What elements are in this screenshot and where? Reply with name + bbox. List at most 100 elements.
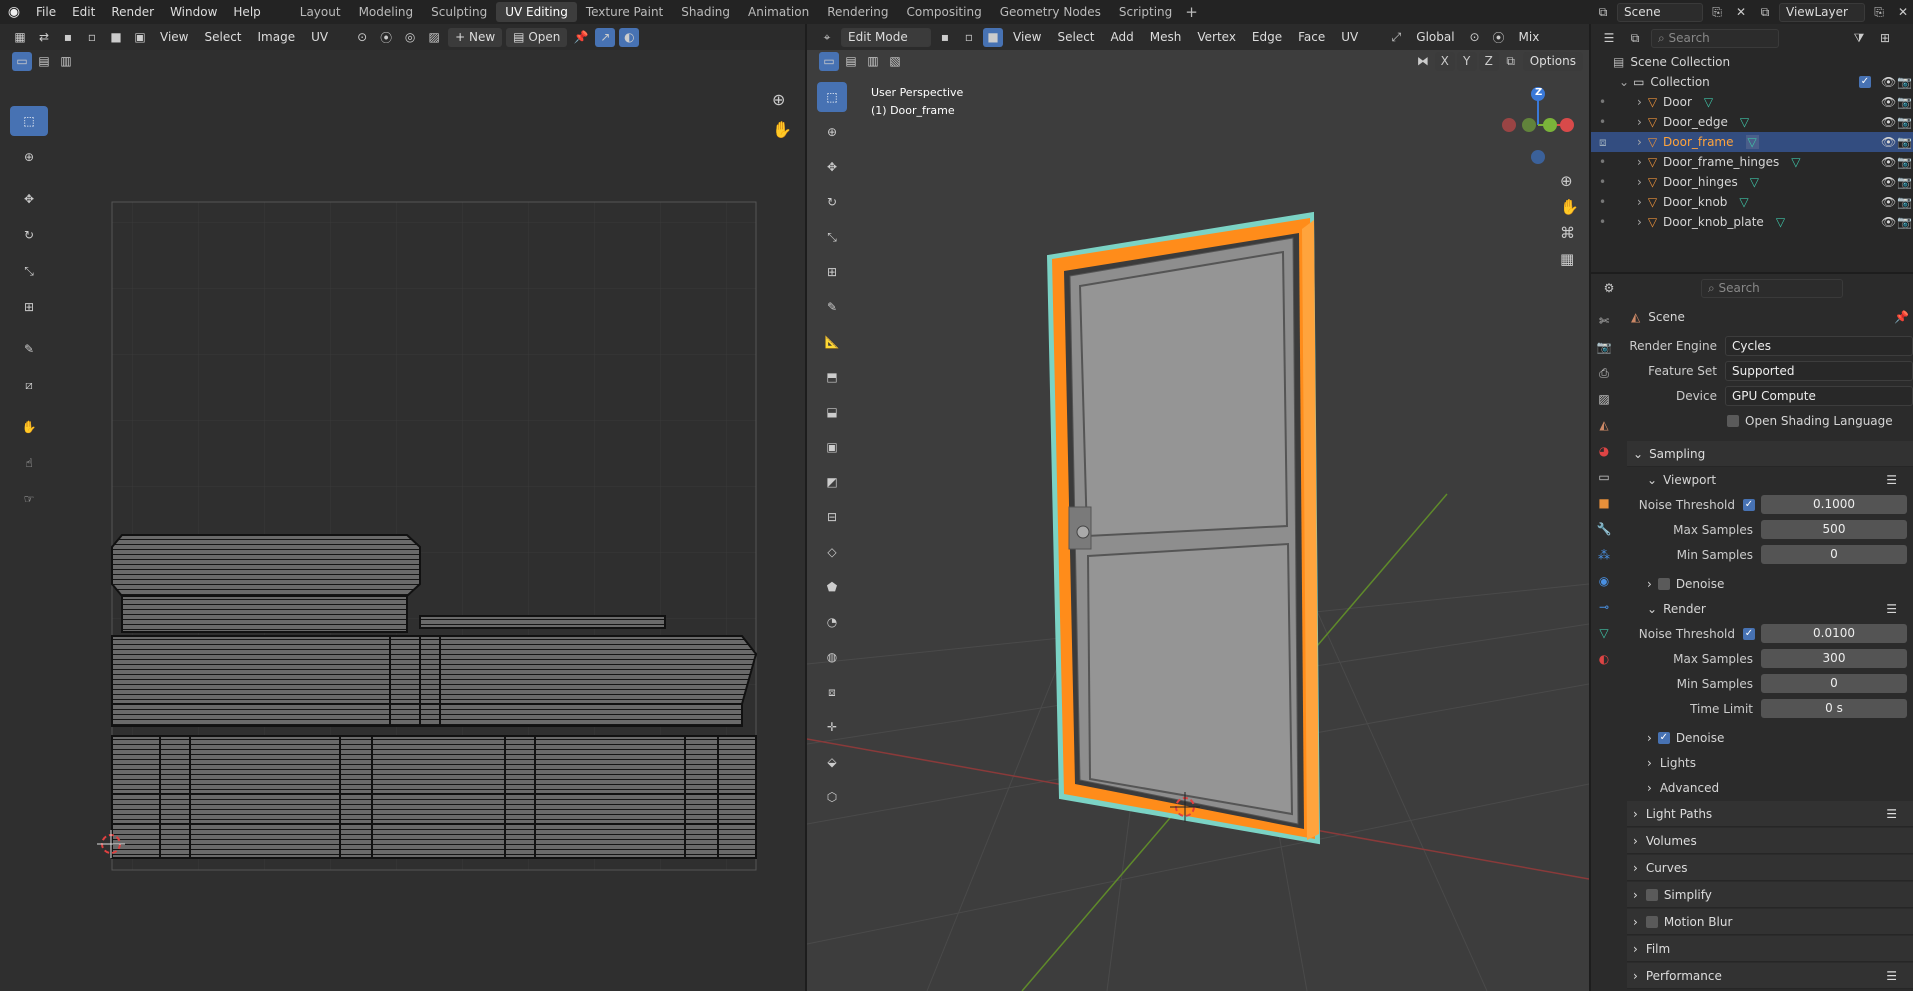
r-max-samples-field[interactable]: 300 (1761, 649, 1907, 668)
outliner-editor-type-icon[interactable]: ☰ (1599, 29, 1619, 48)
light-paths-presets-icon[interactable]: ☰ (1886, 807, 1897, 821)
delete-scene-icon[interactable]: ✕ (1731, 3, 1751, 22)
vp-shrink-icon[interactable]: ✛ (817, 712, 847, 742)
viewport-select-invert-icon[interactable]: ▧ (885, 52, 905, 71)
snap-toggle-icon[interactable]: ⦿ (1489, 28, 1509, 47)
feature-set-select[interactable]: Supported (1725, 360, 1913, 381)
r-noise-threshold-field[interactable]: 0.0100 (1761, 624, 1907, 643)
vp-rotate-icon[interactable]: ↻ (817, 187, 847, 217)
r-denoise-checkbox[interactable] (1657, 731, 1670, 744)
properties-search-input[interactable]: ⌕ Search (1701, 278, 1843, 298)
scene-collection-row[interactable]: ▤ Scene Collection (1591, 52, 1913, 72)
outliner-item-door-edge[interactable]: • › ▽ Door_edge ▽ 👁 📷 (1591, 112, 1913, 132)
collection-visibility-icon[interactable]: 👁 (1881, 75, 1896, 89)
tab-modeling[interactable]: Modeling (350, 2, 423, 22)
ortho-toggle-icon[interactable]: ▦ (1560, 250, 1579, 268)
render-icon[interactable]: 📷 (1897, 215, 1912, 229)
vp-smooth-icon[interactable]: ◍ (817, 642, 847, 672)
tab-animation[interactable]: Animation (739, 2, 818, 22)
item-expand-icon[interactable]: › (1637, 175, 1642, 189)
pan-view-icon[interactable]: ✋ (1560, 198, 1579, 216)
scene-tab-icon[interactable]: ◭ (1595, 416, 1613, 434)
viewport-menu-face[interactable]: Face (1292, 30, 1331, 44)
menu-help[interactable]: Help (225, 0, 268, 24)
item-expand-icon[interactable]: › (1637, 135, 1642, 149)
motion-blur-panel[interactable]: › Motion Blur (1627, 909, 1913, 935)
render-subpanel-header[interactable]: ⌄ Render ☰ (1627, 596, 1913, 621)
outliner-item-door-frame-hinges[interactable]: • › ▽ Door_frame_hinges ▽ 👁 📷 (1591, 152, 1913, 172)
vp-add-cube-icon[interactable]: ⬒ (817, 362, 847, 392)
material-tab-icon[interactable]: ◐ (1595, 650, 1613, 668)
render-engine-select[interactable]: Cycles (1725, 335, 1913, 356)
vp-bevel-icon[interactable]: ◩ (817, 467, 847, 497)
visibility-icon[interactable]: 👁 (1881, 215, 1896, 229)
render-icon[interactable]: 📷 (1897, 115, 1912, 129)
vp-knife-icon[interactable]: ◇ (817, 537, 847, 567)
viewport-menu-add[interactable]: Add (1105, 30, 1140, 44)
scene-icon[interactable]: ⧉ (1593, 3, 1613, 22)
mesh-data-icon[interactable]: ▽ (1776, 215, 1785, 229)
mesh-data-icon[interactable]: ▽ (1791, 155, 1800, 169)
filter-icon[interactable]: ⧩ (1849, 29, 1869, 48)
performance-panel[interactable]: › Performance ☰ (1627, 963, 1913, 989)
tab-sculpting[interactable]: Sculpting (422, 2, 496, 22)
vp-spin-icon[interactable]: ◔ (817, 607, 847, 637)
mirror-x-toggle[interactable]: X (1434, 51, 1455, 71)
uv-canvas[interactable] (0, 24, 805, 991)
output-tab-icon[interactable]: ⎙ (1595, 364, 1613, 382)
r-noise-threshold-checkbox[interactable] (1743, 627, 1755, 640)
viewport-menu-edge[interactable]: Edge (1246, 30, 1288, 44)
scene-name-field[interactable]: Scene (1617, 2, 1703, 22)
advanced-subpanel-header[interactable]: › Advanced (1627, 775, 1913, 800)
tool-tab-icon[interactable]: ✄ (1595, 312, 1613, 330)
item-expand-icon[interactable]: › (1637, 95, 1642, 109)
vp-scale-icon[interactable]: ⤡ (817, 222, 847, 252)
tab-shading[interactable]: Shading (672, 2, 739, 22)
new-scene-icon[interactable]: ⎘ (1707, 3, 1727, 22)
outliner-item-door-knob-plate[interactable]: • › ▽ Door_knob_plate ▽ 👁 📷 (1591, 212, 1913, 232)
add-workspace-icon[interactable]: + (1185, 3, 1198, 21)
viewport-menu-vertex[interactable]: Vertex (1191, 30, 1242, 44)
tab-uv-editing[interactable]: UV Editing (496, 2, 577, 22)
mesh-data-icon[interactable]: ▽ (1739, 195, 1748, 209)
vp-inset-icon[interactable]: ▣ (817, 432, 847, 462)
item-expand-icon[interactable]: › (1637, 195, 1642, 209)
mesh-data-icon[interactable]: ▽ (1704, 95, 1713, 109)
device-select[interactable]: GPU Compute (1725, 385, 1913, 406)
viewport-select-subtract-icon[interactable]: ▥ (863, 52, 883, 71)
curves-panel[interactable]: › Curves (1627, 855, 1913, 881)
face-mode-icon[interactable]: ■ (983, 27, 1003, 47)
vp-noise-threshold-checkbox[interactable] (1743, 498, 1755, 511)
item-expand-icon[interactable]: › (1637, 215, 1642, 229)
collection-expand-icon[interactable]: ⌄ (1619, 75, 1629, 89)
tab-scripting[interactable]: Scripting (1110, 2, 1181, 22)
mirror-z-toggle[interactable]: Z (1478, 51, 1499, 71)
viewport-select-extend-icon[interactable]: ▤ (841, 52, 861, 71)
transform-orientation-selector[interactable]: Global (1410, 30, 1460, 44)
vp-transform-icon[interactable]: ⊞ (817, 257, 847, 287)
viewport-subpanel-header[interactable]: ⌄ Viewport ☰ (1627, 467, 1913, 492)
r-time-limit-field[interactable]: 0 s (1761, 699, 1907, 718)
volumes-panel[interactable]: › Volumes (1627, 828, 1913, 854)
new-collection-icon[interactable]: ⊞ (1875, 29, 1895, 48)
view-layer-tab-icon[interactable]: ▨ (1595, 390, 1613, 408)
data-tab-icon[interactable]: ▽ (1595, 624, 1613, 642)
vp-denoise-checkbox[interactable] (1657, 577, 1670, 590)
outliner-search-input[interactable]: ⌕ Search (1651, 28, 1779, 48)
visibility-icon[interactable]: 👁 (1881, 195, 1896, 209)
osl-checkbox[interactable] (1727, 414, 1739, 427)
delete-view-layer-icon[interactable]: ✕ (1893, 3, 1913, 22)
blender-logo-icon[interactable]: ◉ (0, 0, 28, 24)
collection-tab-icon[interactable]: ▭ (1595, 468, 1613, 486)
options-dropdown[interactable]: Options (1522, 51, 1583, 71)
pivot-point-icon[interactable]: ⊙ (1465, 28, 1485, 47)
proportional-mix-selector[interactable]: Mix (1513, 30, 1546, 44)
film-panel[interactable]: › Film (1627, 936, 1913, 962)
performance-presets-icon[interactable]: ☰ (1886, 969, 1897, 983)
viewport-presets-icon[interactable]: ☰ (1886, 473, 1897, 487)
simplify-panel[interactable]: › Simplify (1627, 882, 1913, 908)
constraints-tab-icon[interactable]: ⊸ (1595, 598, 1613, 616)
vp-poly-build-icon[interactable]: ⬟ (817, 572, 847, 602)
render-icon[interactable]: 📷 (1897, 135, 1912, 149)
viewport-menu-mesh[interactable]: Mesh (1144, 30, 1188, 44)
